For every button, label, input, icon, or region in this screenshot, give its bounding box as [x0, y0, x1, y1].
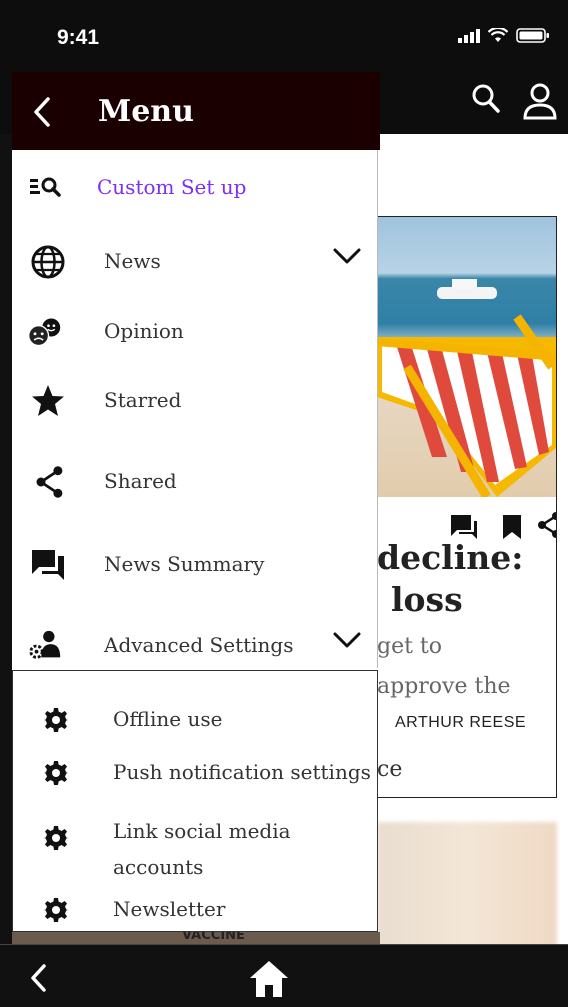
submenu-item-link-social[interactable]: Link social media accounts: [13, 813, 379, 885]
summary-line-2: approve the: [377, 674, 511, 699]
article-headline[interactable]: decline: loss: [377, 537, 523, 621]
signal-icon: [458, 28, 480, 43]
battery-icon: [516, 28, 549, 43]
submenu-label-link-social: Link social media accounts: [113, 819, 291, 879]
chevron-down-icon[interactable]: [332, 246, 362, 266]
headline-line-1: decline:: [377, 538, 524, 577]
menu-item-news[interactable]: News: [12, 236, 378, 286]
menu-label-shared: Shared: [104, 469, 177, 493]
navigation-drawer: Custom Set up News Opinion Starred Share…: [12, 150, 378, 668]
menu-item-opinion[interactable]: Opinion: [12, 306, 378, 356]
share-icon[interactable]: [537, 511, 557, 539]
article-photo: [377, 217, 556, 497]
chevron-down-icon[interactable]: [332, 630, 362, 650]
drawer-header: Menu: [12, 72, 380, 150]
summary-line-1: get to: [377, 634, 443, 659]
gear-icon: [44, 708, 68, 732]
menu-item-news-summary[interactable]: News Summary: [12, 539, 378, 589]
article-card[interactable]: decline: loss get to approve the ARTHUR …: [377, 216, 557, 798]
gear-icon: [44, 761, 68, 785]
back-arrow-icon[interactable]: [32, 96, 52, 128]
menu-item-shared[interactable]: Shared: [12, 456, 378, 506]
globe-icon: [31, 245, 65, 279]
custom-setup-icon: [30, 177, 61, 197]
submenu-label-offline-use: Offline use: [113, 707, 223, 731]
advanced-settings-submenu: Offline use Push notification settings L…: [12, 670, 378, 932]
opinion-faces-icon: [28, 318, 61, 347]
status-time: 9:41: [57, 26, 100, 49]
profile-icon[interactable]: [522, 82, 558, 122]
menu-label-opinion: Opinion: [104, 319, 184, 343]
submenu-item-offline-use[interactable]: Offline use: [13, 701, 379, 737]
gear-icon: [44, 826, 68, 850]
second-article-photo[interactable]: [377, 822, 557, 944]
bottom-nav-bar: [0, 944, 568, 1007]
drawer-title: Menu: [98, 94, 194, 129]
menu-item-starred[interactable]: Starred: [12, 375, 378, 425]
submenu-item-push-notifications[interactable]: Push notification settings: [13, 754, 379, 790]
gear-icon: [44, 898, 68, 922]
headline-line-2: loss: [391, 580, 463, 619]
back-icon[interactable]: [28, 963, 48, 993]
submenu-label-newsletter: Newsletter: [113, 897, 226, 921]
beach-chair-graphic: [377, 279, 556, 497]
menu-label-news-summary: News Summary: [104, 552, 265, 576]
user-settings-icon: [29, 630, 61, 659]
star-icon: [32, 385, 64, 416]
wifi-icon: [488, 28, 508, 42]
home-icon[interactable]: [248, 959, 290, 999]
status-icons: [458, 28, 550, 43]
background-caption-strip: VACCINE: [12, 929, 380, 944]
menu-label-starred: Starred: [104, 388, 182, 412]
phone-frame: 9:41 decline: loss get to approve the AR…: [0, 0, 568, 1007]
menu-label-news: News: [104, 249, 161, 273]
status-bar: 9:41: [0, 0, 568, 72]
chat-icon: [32, 550, 64, 580]
search-icon[interactable]: [470, 82, 502, 118]
article-extra-text: ce: [377, 757, 403, 782]
submenu-label-push-notifications: Push notification settings: [113, 760, 371, 784]
menu-item-advanced-settings[interactable]: Advanced Settings: [12, 620, 378, 670]
article-summary: get to approve the: [377, 627, 511, 707]
share-icon: [36, 466, 63, 498]
submenu-item-newsletter[interactable]: Newsletter: [13, 891, 379, 927]
menu-label-custom-setup: Custom Set up: [97, 175, 247, 199]
article-author: ARTHUR REESE: [395, 714, 527, 731]
menu-label-advanced-settings: Advanced Settings: [104, 633, 294, 657]
menu-item-custom-setup[interactable]: Custom Set up: [12, 162, 378, 212]
